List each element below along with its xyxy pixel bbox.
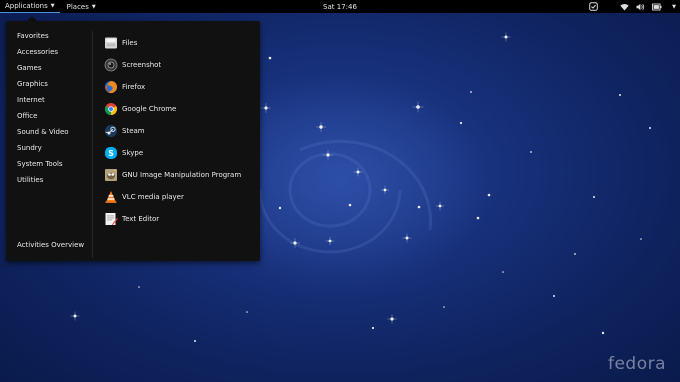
app-label-google-chrome: Google Chrome	[122, 105, 177, 113]
category-sundry[interactable]: Sundry	[17, 144, 69, 160]
category-favorites[interactable]: Favorites	[17, 32, 69, 48]
app-label-gimp: GNU Image Manipulation Program	[122, 171, 242, 179]
divider	[92, 31, 93, 258]
vlc-icon	[105, 191, 117, 203]
app-item-firefox[interactable]: Firefox	[104, 76, 241, 98]
app-item-steam[interactable]: Steam	[104, 120, 241, 142]
category-graphics[interactable]: Graphics	[17, 80, 69, 96]
svg-text:S: S	[108, 149, 114, 158]
app-item-gimp[interactable]: GNU Image Manipulation Program	[104, 164, 241, 186]
app-label-text-editor: Text Editor	[122, 215, 160, 223]
app-item-skype[interactable]: S Skype	[104, 142, 241, 164]
app-item-google-chrome[interactable]: Google Chrome	[104, 98, 241, 120]
category-sound-video[interactable]: Sound & Video	[17, 128, 69, 144]
activities-overview-link[interactable]: Activities Overview	[17, 241, 84, 249]
star	[443, 306, 445, 308]
battery-icon[interactable]	[652, 3, 662, 11]
screenshot-indicator-icon[interactable]	[589, 2, 598, 11]
gimp-icon	[105, 169, 117, 181]
star	[487, 193, 491, 197]
applications-label: Applications	[5, 2, 48, 10]
star	[371, 326, 375, 330]
star	[593, 196, 595, 198]
fedora-logo: fedora	[607, 354, 666, 374]
category-utilities[interactable]: Utilities	[17, 176, 69, 192]
star	[278, 206, 282, 210]
star	[348, 203, 352, 207]
star	[553, 295, 555, 297]
chrome-icon	[104, 103, 118, 115]
category-list: Favorites Accessories Games Graphics Int…	[17, 32, 69, 192]
places-label: Places	[66, 2, 89, 11]
star	[640, 238, 642, 240]
app-item-screenshot[interactable]: Screenshot	[104, 54, 241, 76]
skype-icon: S	[105, 147, 117, 159]
top-bar: Applications ▼ Places ▼ Sat 17:46 ▼	[0, 0, 680, 13]
star	[574, 253, 576, 255]
star	[619, 94, 621, 96]
text-editor-icon	[105, 213, 118, 226]
star	[470, 91, 472, 93]
app-label-screenshot: Screenshot	[122, 61, 162, 69]
app-label-vlc: VLC media player	[122, 193, 184, 201]
category-system-tools[interactable]: System Tools	[17, 160, 69, 176]
star	[601, 331, 605, 335]
app-label-files: Files	[122, 39, 138, 47]
clock[interactable]: Sat 17:46	[323, 0, 357, 13]
clock-label: Sat 17:46	[323, 2, 357, 11]
app-item-vlc[interactable]: VLC media player	[104, 186, 241, 208]
chevron-down-icon[interactable]: ▼	[672, 4, 676, 10]
star	[417, 205, 421, 209]
app-item-files[interactable]: Files	[104, 32, 241, 54]
system-tray[interactable]: ▼	[589, 0, 676, 13]
star	[246, 311, 248, 313]
app-list: Files Screenshot Firefox Google Chrome S…	[104, 32, 241, 230]
volume-icon[interactable]	[636, 3, 645, 11]
star	[194, 340, 196, 342]
app-label-steam: Steam	[122, 127, 145, 135]
category-games[interactable]: Games	[17, 64, 69, 80]
app-label-skype: Skype	[122, 149, 144, 157]
star	[649, 127, 651, 129]
files-icon	[105, 37, 117, 49]
category-office[interactable]: Office	[17, 112, 69, 128]
app-item-text-editor[interactable]: Text Editor	[104, 208, 241, 230]
star	[138, 286, 140, 288]
star	[459, 121, 463, 125]
firefox-icon	[105, 81, 117, 94]
chevron-down-icon: ▼	[91, 3, 96, 10]
places-menu-button[interactable]: Places ▼	[62, 0, 101, 13]
star	[502, 271, 504, 273]
app-label-firefox: Firefox	[122, 83, 146, 91]
chevron-down-icon: ▼	[50, 3, 55, 9]
category-internet[interactable]: Internet	[17, 96, 69, 112]
star-glint	[387, 314, 397, 324]
steam-icon	[105, 125, 117, 137]
star-glint	[70, 311, 80, 321]
applications-menu: Favorites Accessories Games Graphics Int…	[6, 21, 260, 261]
star	[530, 151, 532, 153]
applications-menu-button[interactable]: Applications ▼	[0, 0, 60, 13]
star-glint	[501, 32, 511, 42]
category-accessories[interactable]: Accessories	[17, 48, 69, 64]
wifi-icon[interactable]	[620, 3, 629, 11]
screenshot-icon	[104, 58, 118, 72]
star	[476, 216, 480, 220]
star	[268, 56, 272, 60]
